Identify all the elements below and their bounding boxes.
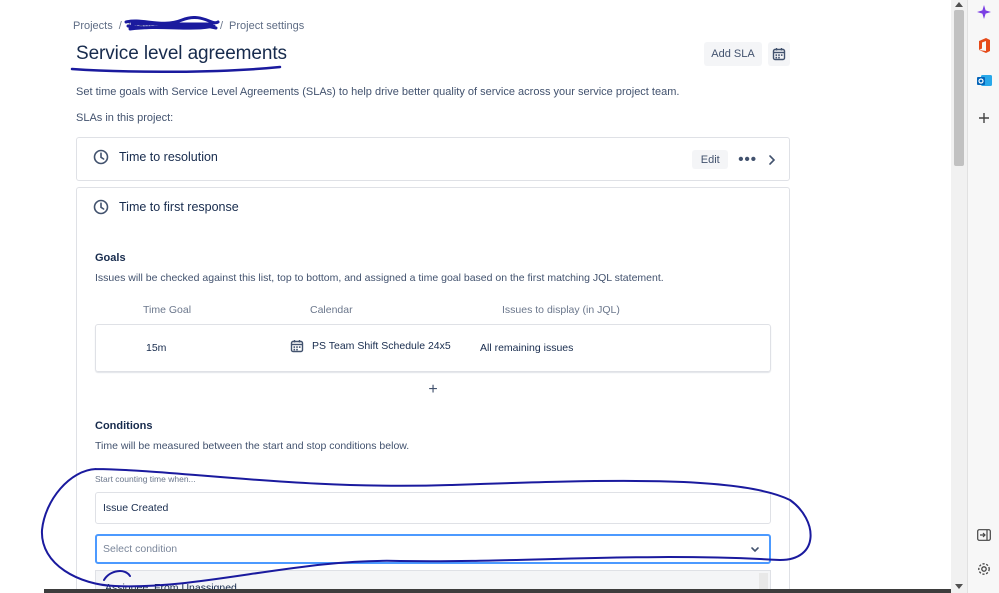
goals-title: Goals (95, 252, 126, 264)
header-actions: Add SLA (704, 42, 790, 66)
calendar-button[interactable] (768, 42, 790, 66)
column-header: Calendar (310, 304, 353, 316)
add-sla-button[interactable]: Add SLA (704, 42, 762, 66)
start-condition-label: Start counting time when... (95, 474, 196, 484)
redaction-scribble (124, 16, 220, 31)
more-actions-icon[interactable]: ••• (738, 152, 757, 167)
title-underline-annotation (70, 65, 282, 74)
clock-icon (93, 149, 109, 165)
slas-label: SLAs in this project: (76, 112, 174, 124)
start-condition-text: Issue Created (103, 502, 169, 514)
goals-description: Issues will be checked against this list… (95, 272, 664, 284)
add-icon[interactable] (976, 110, 992, 126)
copilot-icon[interactable] (976, 4, 992, 20)
column-header: Issues to display (in JQL) (502, 304, 620, 316)
calendar-icon (772, 48, 786, 61)
chevron-down-icon[interactable] (750, 546, 760, 554)
jira-page: Projects / Platfo / Project settings Ser… (0, 0, 951, 593)
select-condition-input[interactable]: Select condition (95, 534, 771, 564)
breadcrumb-projects[interactable]: Projects (73, 20, 113, 32)
scroll-thumb[interactable] (954, 10, 964, 166)
sla-header: Time to resolution (93, 149, 218, 165)
goal-time: 15m (146, 342, 167, 354)
bottom-bar (44, 589, 951, 593)
select-condition-placeholder: Select condition (103, 543, 178, 555)
breadcrumb: Projects / Platfo / Project settings (73, 16, 304, 32)
scroll-down-icon[interactable] (955, 584, 963, 589)
conditions-title: Conditions (95, 420, 153, 432)
calendar-icon (290, 340, 304, 353)
sidebar-toggle-icon[interactable] (976, 527, 992, 543)
goal-calendar: PS Team Shift Schedule 24x5 (290, 339, 451, 353)
page-scrollbar[interactable] (951, 0, 967, 593)
browser-sidebar (967, 0, 999, 593)
start-condition-value[interactable]: Issue Created (95, 492, 771, 524)
sla-card-actions: Edit ••• (692, 150, 777, 169)
goal-jql: All remaining issues (480, 342, 574, 354)
breadcrumb-project-name[interactable]: Platfo (124, 16, 220, 32)
settings-icon[interactable] (976, 561, 992, 577)
outlook-icon[interactable] (976, 72, 992, 88)
add-goal-button[interactable]: + (423, 381, 443, 401)
breadcrumb-current[interactable]: Project settings (229, 20, 304, 32)
office-icon[interactable] (976, 37, 992, 53)
chevron-right-icon[interactable] (767, 154, 777, 166)
sla-card-time-to-first-response: Time to first response Goals Issues will… (76, 187, 790, 593)
calendar-name: PS Team Shift Schedule 24x5 (312, 340, 451, 352)
sla-name: Time to first response (119, 200, 239, 214)
scroll-up-icon[interactable] (955, 2, 963, 7)
sla-header[interactable]: Time to first response (93, 199, 239, 215)
intro-text: Set time goals with Service Level Agreem… (76, 86, 680, 98)
edit-button[interactable]: Edit (692, 150, 729, 169)
sla-name: Time to resolution (119, 150, 218, 164)
goals-table-header: Time Goal Calendar Issues to display (in… (95, 302, 771, 322)
column-header: Time Goal (143, 304, 192, 316)
sla-card-time-to-resolution[interactable]: Time to resolution Edit ••• (76, 137, 790, 181)
clock-icon (93, 199, 109, 215)
goal-row[interactable]: 15m PS Team Shift Schedule 24x5 All rema… (95, 324, 771, 372)
conditions-description: Time will be measured between the start … (95, 440, 410, 452)
